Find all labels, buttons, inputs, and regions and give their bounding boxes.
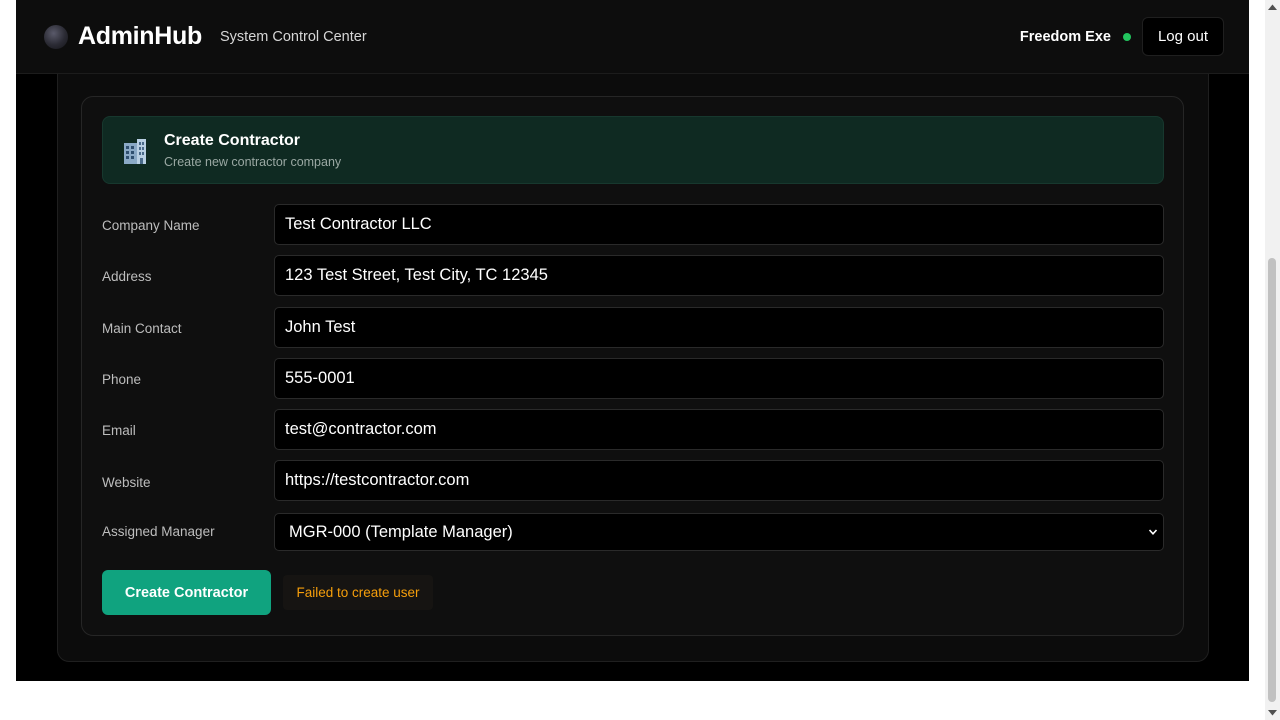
brand-name: AdminHub xyxy=(78,22,202,50)
website-label: Website xyxy=(102,475,151,490)
building-icon xyxy=(124,139,146,164)
company-name-label: Company Name xyxy=(102,218,200,233)
main-contact-input[interactable] xyxy=(274,307,1164,348)
error-message: Failed to create user xyxy=(283,575,433,610)
page-scrollbar[interactable] xyxy=(1265,0,1280,720)
chevron-down-icon xyxy=(1148,529,1158,535)
address-input[interactable] xyxy=(274,255,1164,296)
user-name: Freedom Exe xyxy=(1019,29,1111,45)
create-contractor-button[interactable]: Create Contractor xyxy=(102,570,271,615)
assigned-manager-value: MGR-000 (Template Manager) xyxy=(289,523,513,541)
brand-subtitle: System Control Center xyxy=(220,29,367,45)
email-label: Email xyxy=(102,423,136,438)
scrollbar-thumb[interactable] xyxy=(1268,258,1276,702)
assigned-manager-select[interactable]: MGR-000 (Template Manager) xyxy=(274,513,1164,551)
phone-label: Phone xyxy=(102,372,142,387)
create-contractor-form: Create Contractor Create new contractor … xyxy=(81,96,1184,636)
brand-logo-icon xyxy=(44,25,68,49)
company-name-input[interactable] xyxy=(274,204,1164,245)
form-subtitle: Create new contractor company xyxy=(164,155,342,169)
top-navbar: AdminHub System Control Center Freedom E… xyxy=(16,0,1249,74)
address-label: Address xyxy=(102,269,152,284)
assigned-manager-label: Assigned Manager xyxy=(102,524,215,539)
form-title: Create Contractor xyxy=(164,132,301,149)
logout-button[interactable]: Log out xyxy=(1142,17,1224,56)
website-input[interactable] xyxy=(274,460,1164,501)
app-window: AdminHub System Control Center Freedom E… xyxy=(16,0,1249,681)
scroll-down-arrow-icon[interactable] xyxy=(1267,709,1278,717)
phone-input[interactable] xyxy=(274,358,1164,399)
email-input[interactable] xyxy=(274,409,1164,450)
form-header-banner: Create Contractor Create new contractor … xyxy=(102,116,1164,184)
online-status-icon xyxy=(1123,33,1131,41)
scroll-up-arrow-icon[interactable] xyxy=(1267,3,1278,11)
main-contact-label: Main Contact xyxy=(102,321,182,336)
